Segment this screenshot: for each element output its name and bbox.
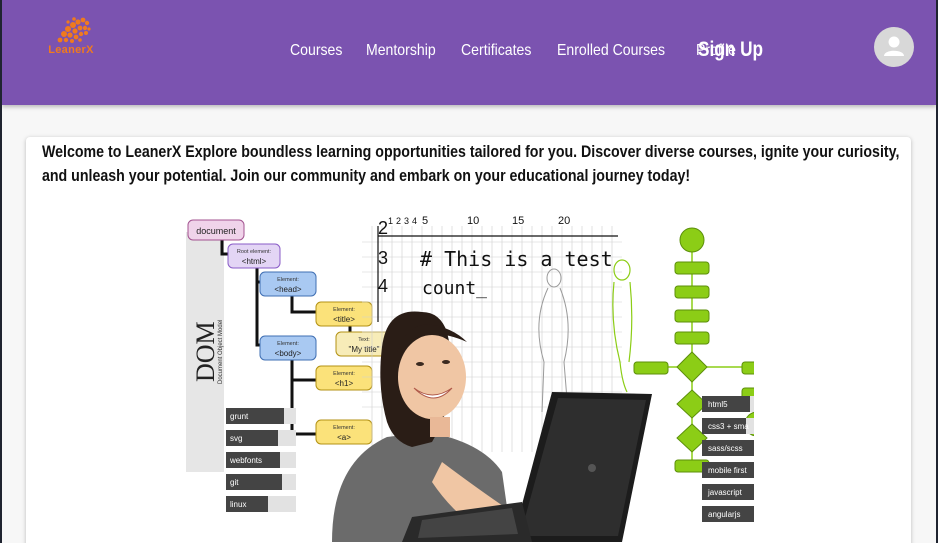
nav-link-mentorship[interactable]: Mentorship	[366, 42, 436, 60]
svg-text:Element:: Element:	[333, 425, 355, 431]
skill-left-4: linux	[230, 500, 246, 509]
code-line-1: # This is a test	[420, 247, 613, 271]
welcome-card: Welcome to LeanerX Explore boundless lea…	[26, 137, 911, 543]
svg-text:Element:: Element:	[277, 277, 299, 283]
svg-text:5: 5	[422, 215, 428, 227]
dom-subtitle: Document Object Model	[218, 320, 224, 384]
skill-left-2: webfonts	[229, 456, 262, 465]
svg-text:Element:: Element:	[333, 307, 355, 313]
dom-title: DOM	[191, 321, 220, 382]
skill-left-0: grunt	[230, 412, 249, 421]
svg-text:<head>: <head>	[274, 285, 301, 294]
svg-text:15: 15	[512, 215, 524, 227]
svg-text:<html>: <html>	[242, 257, 267, 266]
signup-button[interactable]: Sign Up	[698, 38, 763, 62]
hero-illustration: DOM Document Object Model document Root …	[182, 212, 777, 542]
skill-right-0: html5	[708, 400, 728, 409]
main-nav: Courses Mentorship Certificates Enrolled…	[290, 42, 741, 60]
hero-image: DOM Document Object Model document Root …	[186, 215, 777, 542]
svg-text:20: 20	[558, 215, 570, 227]
nav-link-certificates[interactable]: Certificates	[461, 42, 531, 60]
user-avatar-button[interactable]	[874, 27, 914, 67]
node-document: document	[196, 226, 236, 236]
page: LeanerX Courses Mentorship Certificates …	[2, 0, 936, 543]
welcome-text: Welcome to LeanerX Explore boundless lea…	[42, 143, 900, 185]
skill-left-1: svg	[230, 434, 242, 443]
svg-text:3: 3	[378, 248, 388, 268]
svg-text:4: 4	[412, 216, 417, 226]
svg-text:2: 2	[378, 218, 388, 238]
skill-left-3: git	[230, 478, 239, 487]
svg-text:Element:: Element:	[333, 371, 355, 377]
skill-right-3: mobile first	[708, 466, 747, 475]
svg-text:10: 10	[467, 215, 479, 227]
svg-text:<title>: <title>	[333, 315, 355, 324]
user-icon	[884, 36, 904, 56]
skill-right-5: angularjs	[708, 510, 740, 519]
skill-right-2: sass/scss	[708, 444, 743, 453]
svg-text:Root element:: Root element:	[237, 249, 272, 255]
skill-right-4: javascript	[707, 488, 743, 497]
svg-text:"My title": "My title"	[348, 345, 379, 354]
nav-link-enrolled-courses[interactable]: Enrolled Courses	[557, 42, 665, 60]
navbar: LeanerX Courses Mentorship Certificates …	[2, 0, 936, 105]
svg-text:3: 3	[404, 216, 409, 226]
svg-text:4: 4	[378, 276, 388, 296]
code-line-2: count_	[422, 278, 487, 299]
brand-logo[interactable]: LeanerX	[40, 14, 102, 60]
brand-name: LeanerX	[48, 44, 94, 56]
svg-text:<a>: <a>	[337, 433, 351, 442]
svg-text:Text:: Text:	[358, 337, 370, 343]
svg-text:<h1>: <h1>	[335, 379, 354, 388]
svg-text:2: 2	[396, 216, 401, 226]
svg-text:1: 1	[388, 216, 393, 226]
svg-text:<body>: <body>	[275, 349, 302, 358]
nav-link-courses[interactable]: Courses	[290, 42, 342, 60]
svg-text:Element:: Element:	[277, 341, 299, 347]
skill-right-1: css3 + sma	[708, 422, 749, 431]
brand-logo-icon	[57, 17, 91, 43]
